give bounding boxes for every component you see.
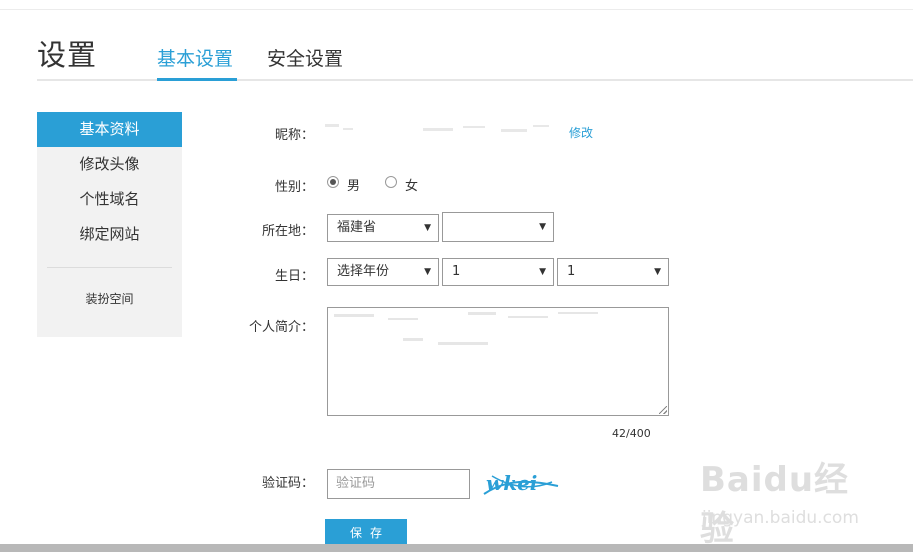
save-button[interactable]: 保存 (325, 519, 407, 547)
bio-textarea[interactable] (327, 307, 669, 416)
tab-security-settings[interactable]: 安全设置 (267, 44, 343, 71)
birth-day-value: 1 (567, 264, 576, 279)
gender-female-label[interactable]: 女 (405, 175, 418, 194)
gender-female-radio[interactable] (385, 176, 397, 188)
chevron-down-icon: ▼ (539, 222, 546, 232)
page-title: 设置 (37, 38, 98, 72)
captcha-input[interactable]: 验证码 (327, 469, 470, 499)
resize-grip-icon[interactable] (659, 406, 667, 414)
birthday-label: 生日： (274, 269, 314, 284)
gender-label: 性别： (274, 180, 314, 195)
sidebar-divider (47, 267, 172, 268)
gender-male-radio[interactable] (327, 176, 339, 188)
birth-day-select[interactable]: 1 ▼ (557, 258, 669, 286)
birth-month-value: 1 (452, 264, 461, 279)
chevron-down-icon: ▼ (654, 267, 661, 277)
watermark-logo: Baidu经验 (700, 460, 850, 549)
birth-year-select[interactable]: 选择年份 ▼ (327, 258, 439, 286)
nickname-value-redacted (325, 124, 549, 132)
captcha-label: 验证码： (261, 476, 314, 491)
tab-basic-settings[interactable]: 基本设置 (157, 44, 233, 71)
sidebar-link-decorate-space[interactable]: 装扮空间 (37, 290, 182, 307)
nickname-label: 昵称： (274, 128, 314, 143)
birth-month-select[interactable]: 1 ▼ (442, 258, 554, 286)
gender-male-label[interactable]: 男 (347, 175, 360, 194)
bio-label: 个人简介： (248, 320, 314, 335)
chevron-down-icon: ▼ (539, 267, 546, 277)
active-tab-indicator (157, 78, 237, 81)
birth-year-value: 选择年份 (337, 264, 390, 279)
province-select[interactable]: 福建省 ▼ (327, 214, 439, 242)
baidu-jingyan-watermark: Baidu经验 jingyan.baidu.com (700, 452, 870, 549)
sidebar: 基本资料 修改头像 个性域名 绑定网站 装扮空间 (37, 112, 182, 337)
captcha-image[interactable]: wkei (482, 468, 560, 500)
sidebar-item-bind-website[interactable]: 绑定网站 (37, 217, 182, 252)
city-select[interactable]: ▼ (442, 212, 554, 242)
bio-char-counter: 42/400 (612, 427, 651, 440)
top-border (0, 9, 913, 10)
watermark-url: jingyan.baidu.com (702, 508, 859, 528)
province-value: 福建省 (337, 220, 377, 235)
nickname-edit-link[interactable]: 修改 (569, 124, 593, 141)
bio-content-redacted (334, 312, 598, 345)
captcha-placeholder: 验证码 (336, 476, 376, 491)
sidebar-item-basic-profile[interactable]: 基本资料 (37, 112, 182, 147)
bottom-bar (0, 544, 913, 552)
chevron-down-icon: ▼ (424, 223, 431, 233)
location-label: 所在地： (261, 224, 314, 239)
chevron-down-icon: ▼ (424, 267, 431, 277)
sidebar-item-custom-domain[interactable]: 个性域名 (37, 182, 182, 217)
sidebar-item-change-avatar[interactable]: 修改头像 (37, 147, 182, 182)
